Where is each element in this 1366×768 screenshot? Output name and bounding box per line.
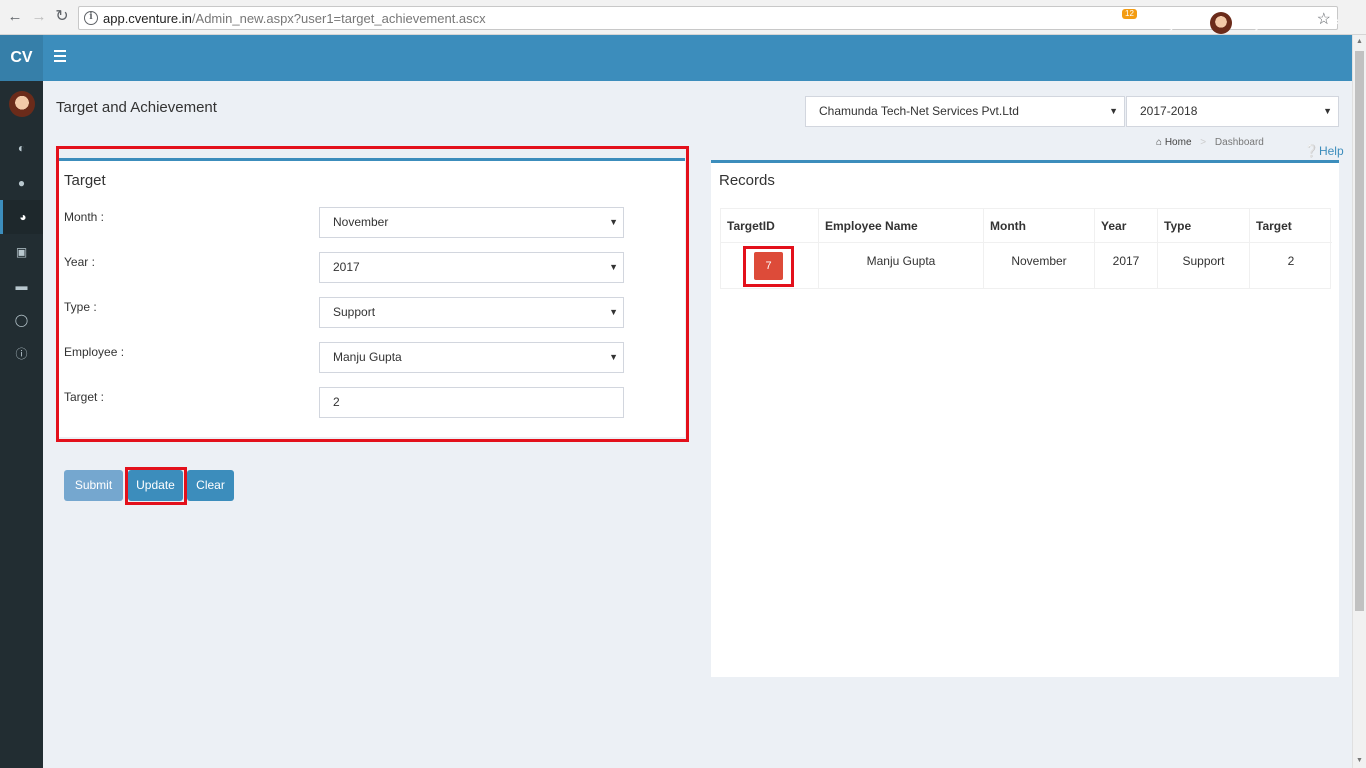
info-circle-icon[interactable]: ⓘ (0, 337, 43, 371)
chevron-down-icon: ▼ (609, 217, 618, 227)
employee-value: Manju Gupta (333, 350, 402, 364)
column-header-target[interactable]: Target (1250, 209, 1332, 243)
clear-button[interactable]: Clear (187, 470, 234, 501)
page-scrollbar[interactable]: ▲ ▼ (1352, 35, 1366, 768)
table-cell-target: 2 (1287, 254, 1295, 268)
month-label: Month : (64, 210, 105, 224)
financial-year-value: 2017-2018 (1140, 104, 1198, 118)
month-select[interactable]: November ▼ (319, 207, 624, 238)
breadcrumb-home[interactable]: Home (1165, 137, 1192, 148)
sidebar-avatar (9, 91, 35, 117)
table-cell-type: Support (1158, 243, 1250, 289)
table-cell-year: 2017 (1095, 243, 1158, 289)
url-domain: app.cventure.in (103, 11, 192, 26)
update-button-highlight (125, 467, 187, 505)
url-path: /Admin_new.aspx?user1=target_achievement… (191, 11, 486, 26)
info-icon[interactable]: i (84, 11, 98, 25)
target-input-value: 2 (333, 395, 340, 409)
year-select[interactable]: 2017 ▼ (319, 252, 624, 283)
column-header-targetid[interactable]: TargetID (721, 209, 819, 243)
column-header-employee-name[interactable]: Employee Name (819, 209, 984, 243)
pie-chart-icon[interactable]: ◕ (0, 200, 43, 234)
company-select-value: Chamunda Tech-Net Services Pvt.Ltd (819, 104, 1019, 118)
notification-badge: 12 (1122, 9, 1137, 19)
app-header: CV (0, 35, 1352, 81)
app-logo[interactable]: CV (0, 35, 43, 81)
financial-year-select[interactable]: 2017-2018 ▼ (1126, 96, 1339, 127)
scroll-thumb[interactable] (1355, 51, 1364, 611)
target-input[interactable]: 2 (319, 387, 624, 418)
breadcrumb-current: Dashboard (1214, 137, 1264, 148)
settings-gears-icon[interactable]: ⚙ (1326, 13, 1339, 31)
user-name[interactable]: Sayali Surve (1240, 17, 1307, 31)
chevron-down-icon: ▼ (1109, 106, 1118, 116)
target-panel-title: Target (64, 172, 106, 189)
table-cell-employee-name: Manju Gupta (819, 243, 984, 289)
employee-label: Employee : (64, 345, 125, 359)
type-select[interactable]: Support ▼ (319, 297, 624, 328)
reload-icon[interactable]: ↻ (53, 8, 71, 26)
records-panel-title: Records (719, 172, 775, 189)
column-header-year[interactable]: Year (1095, 209, 1158, 243)
question-circle-icon: ❔ (1304, 144, 1319, 158)
chevron-down-icon: ▼ (1323, 106, 1332, 116)
scroll-down-icon[interactable]: ▼ (1356, 757, 1363, 764)
dashboard-icon[interactable]: ◐ (0, 131, 43, 165)
user-icon[interactable]: ● (0, 166, 43, 200)
forward-arrow-icon[interactable]: → (30, 8, 48, 26)
table-cell-month: November (984, 243, 1095, 289)
column-header-month[interactable]: Month (984, 209, 1095, 243)
chevron-down-icon: ▼ (609, 262, 618, 272)
credit-card-icon[interactable]: ▬ (0, 269, 43, 303)
type-value: Support (333, 305, 376, 319)
target-label: Target : (64, 390, 105, 404)
home-icon: ⌂ (1156, 137, 1163, 148)
chevron-down-icon: ▼ (609, 307, 618, 317)
breadcrumb: ⌂ Home > Dashboard (1156, 137, 1264, 148)
menu-toggle-icon[interactable] (54, 50, 66, 62)
help-link[interactable]: ❔Help (1304, 144, 1344, 158)
sidebar: ◐ ● ◕ ▣ ▬ ◯ ⓘ (0, 81, 43, 768)
type-label: Type : (64, 300, 97, 314)
year-value: 2017 (333, 260, 360, 274)
submit-button[interactable]: Submit (64, 470, 123, 501)
breadcrumb-separator: > (1200, 137, 1207, 148)
company-select[interactable]: Chamunda Tech-Net Services Pvt.Ltd ▼ (805, 96, 1125, 127)
page-title: Target and Achievement (56, 99, 217, 116)
help-label: Help (1318, 144, 1344, 158)
cart-icon[interactable]: ▣ (0, 235, 43, 269)
scroll-up-icon[interactable]: ▲ (1356, 38, 1363, 45)
globe-icon[interactable]: ◯ (0, 303, 43, 337)
day-in-link[interactable]: Day In (1154, 17, 1189, 31)
target-id-highlight (743, 246, 794, 287)
chevron-down-icon: ▼ (609, 352, 618, 362)
url-text: app.cventure.in/Admin_new.aspx?user1=tar… (103, 11, 486, 26)
records-table: TargetID Employee Name Month Year Type T… (720, 208, 1332, 289)
column-header-type[interactable]: Type (1158, 209, 1250, 243)
address-bar[interactable]: i app.cventure.in/Admin_new.aspx?user1=t… (78, 6, 1338, 30)
year-label: Year : (64, 255, 95, 269)
user-avatar[interactable] (1210, 12, 1232, 34)
month-value: November (333, 215, 389, 229)
employee-select[interactable]: Manju Gupta ▼ (319, 342, 624, 373)
back-arrow-icon[interactable]: ← (6, 8, 24, 26)
